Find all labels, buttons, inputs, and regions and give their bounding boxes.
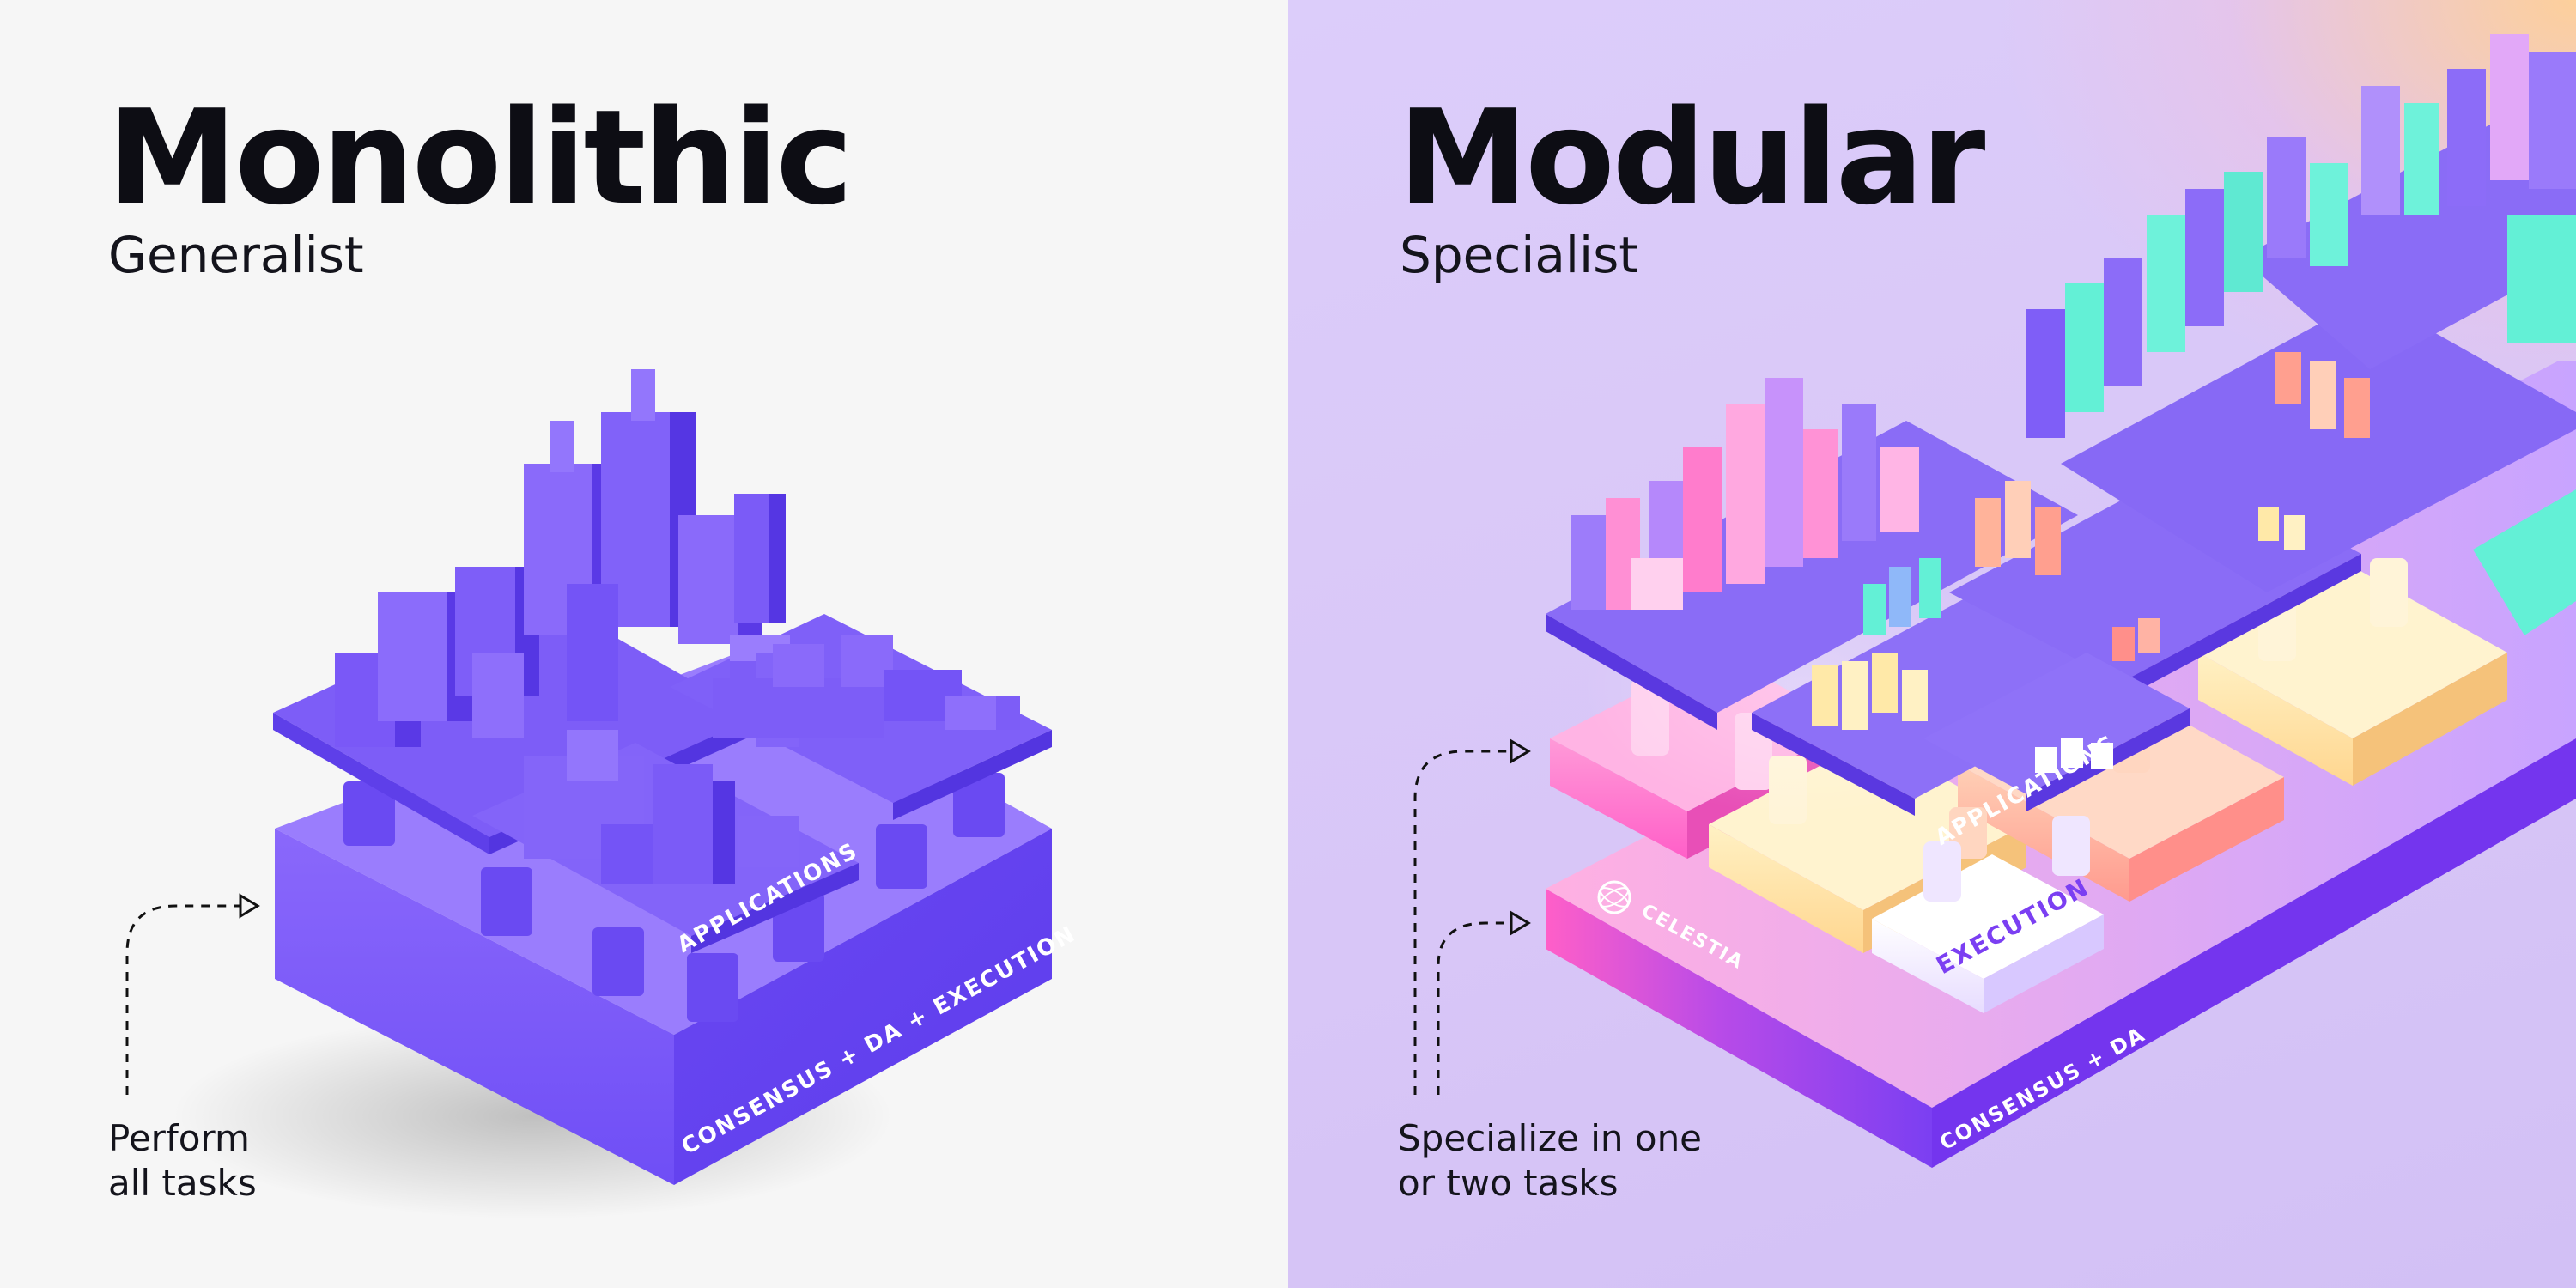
- monolithic-panel: Monolithic Generalist APPLICATIONS CONSE…: [0, 0, 1288, 1288]
- dashed-arrow-icon: [1437, 910, 1531, 1095]
- modular-caption: Specialize in one or two tasks: [1398, 1116, 1827, 1206]
- monolithic-caption-line1: Perform: [108, 1117, 250, 1159]
- modular-panel: Modular Specialist APPLICATIONS EXECUTIO…: [1288, 0, 2576, 1288]
- modular-caption-line1: Specialize in one: [1398, 1117, 1703, 1159]
- monolithic-caption: Perform all tasks: [108, 1116, 503, 1206]
- modular-caption-line2: or two tasks: [1398, 1162, 1619, 1205]
- modular-stack-illustration: APPLICATIONS EXECUTION CELESTIA CONSENSU…: [1413, 34, 2576, 1168]
- monolithic-caption-line2: all tasks: [108, 1162, 257, 1205]
- monolithic-stack-illustration: APPLICATIONS CONSENSUS + DA + EXECUTION: [125, 369, 1080, 1219]
